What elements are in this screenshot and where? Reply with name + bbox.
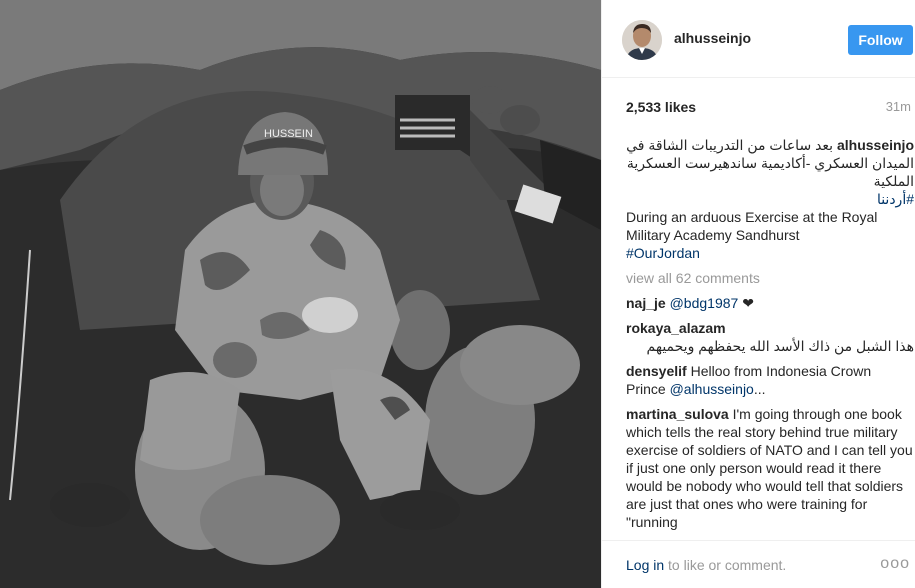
follow-button[interactable]: Follow [848,25,913,55]
comment-text: هذا الشبل من ذاك الأسد الله يحفظهم ويحمي… [646,338,914,354]
comment-item: naj_je @bdg1987 ❤ [626,294,914,312]
caption-english-hashtag[interactable]: #OurJordan [626,244,914,262]
post-timestamp[interactable]: 31m [886,99,911,114]
post-photo[interactable]: HUSSEIN [0,0,601,588]
post-footer: Log in to like or comment. ooo [602,540,915,588]
avatar[interactable] [622,20,662,60]
login-prompt-text: to like or comment. [664,557,787,573]
post-header: alhusseinjo Follow [602,0,915,78]
caption: alhusseinjo بعد ساعات من التدريبات الشاق… [626,136,914,262]
post-sidebar: alhusseinjo Follow 2,533 likes 31m alhus… [601,0,915,588]
caption-username[interactable]: alhusseinjo [837,137,914,153]
comment-item: densyelif Helloo from Indonesia Crown Pr… [626,362,914,398]
comment-item: martina_sulova I'm going through one boo… [626,405,914,531]
instagram-post: HUSSEIN alhusseinjo Follow 2,533 likes 3… [0,0,915,588]
comment-mention[interactable]: @bdg1987 [670,295,739,311]
view-all-comments-link[interactable]: view all 62 comments [626,269,914,287]
login-link[interactable]: Log in [626,557,664,573]
login-prompt: Log in to like or comment. [626,557,786,573]
comment-text: I'm going through one book which tells t… [626,406,913,530]
comment-username[interactable]: rokaya_alazam [626,320,726,336]
heart-icon: ❤ [738,295,754,311]
avatar-image [622,20,662,60]
caption-arabic-hashtag[interactable]: #أردننا [626,190,914,208]
comment-username[interactable]: naj_je [626,295,666,311]
comment-mention[interactable]: @alhusseinjo [670,381,754,397]
caption-english-text: During an arduous Exercise at the Royal … [626,209,878,243]
soldier-photo-illustration: HUSSEIN [0,0,601,588]
likes-count[interactable]: 2,533 likes [626,99,696,115]
comments-section: alhusseinjo بعد ساعات من التدريبات الشاق… [626,136,914,538]
post-username[interactable]: alhusseinjo [674,30,751,46]
comment-ellipsis: ... [753,381,766,397]
caption-arabic-block: alhusseinjo بعد ساعات من التدريبات الشاق… [626,136,914,190]
helmet-name-text: HUSSEIN [264,128,313,140]
comment-username[interactable]: densyelif [626,363,687,379]
comment-username[interactable]: martina_sulova [626,406,729,422]
comment-item: rokaya_alazam هذا الشبل من ذاك الأسد الل… [626,319,914,355]
more-options-icon[interactable]: ooo [880,555,910,573]
